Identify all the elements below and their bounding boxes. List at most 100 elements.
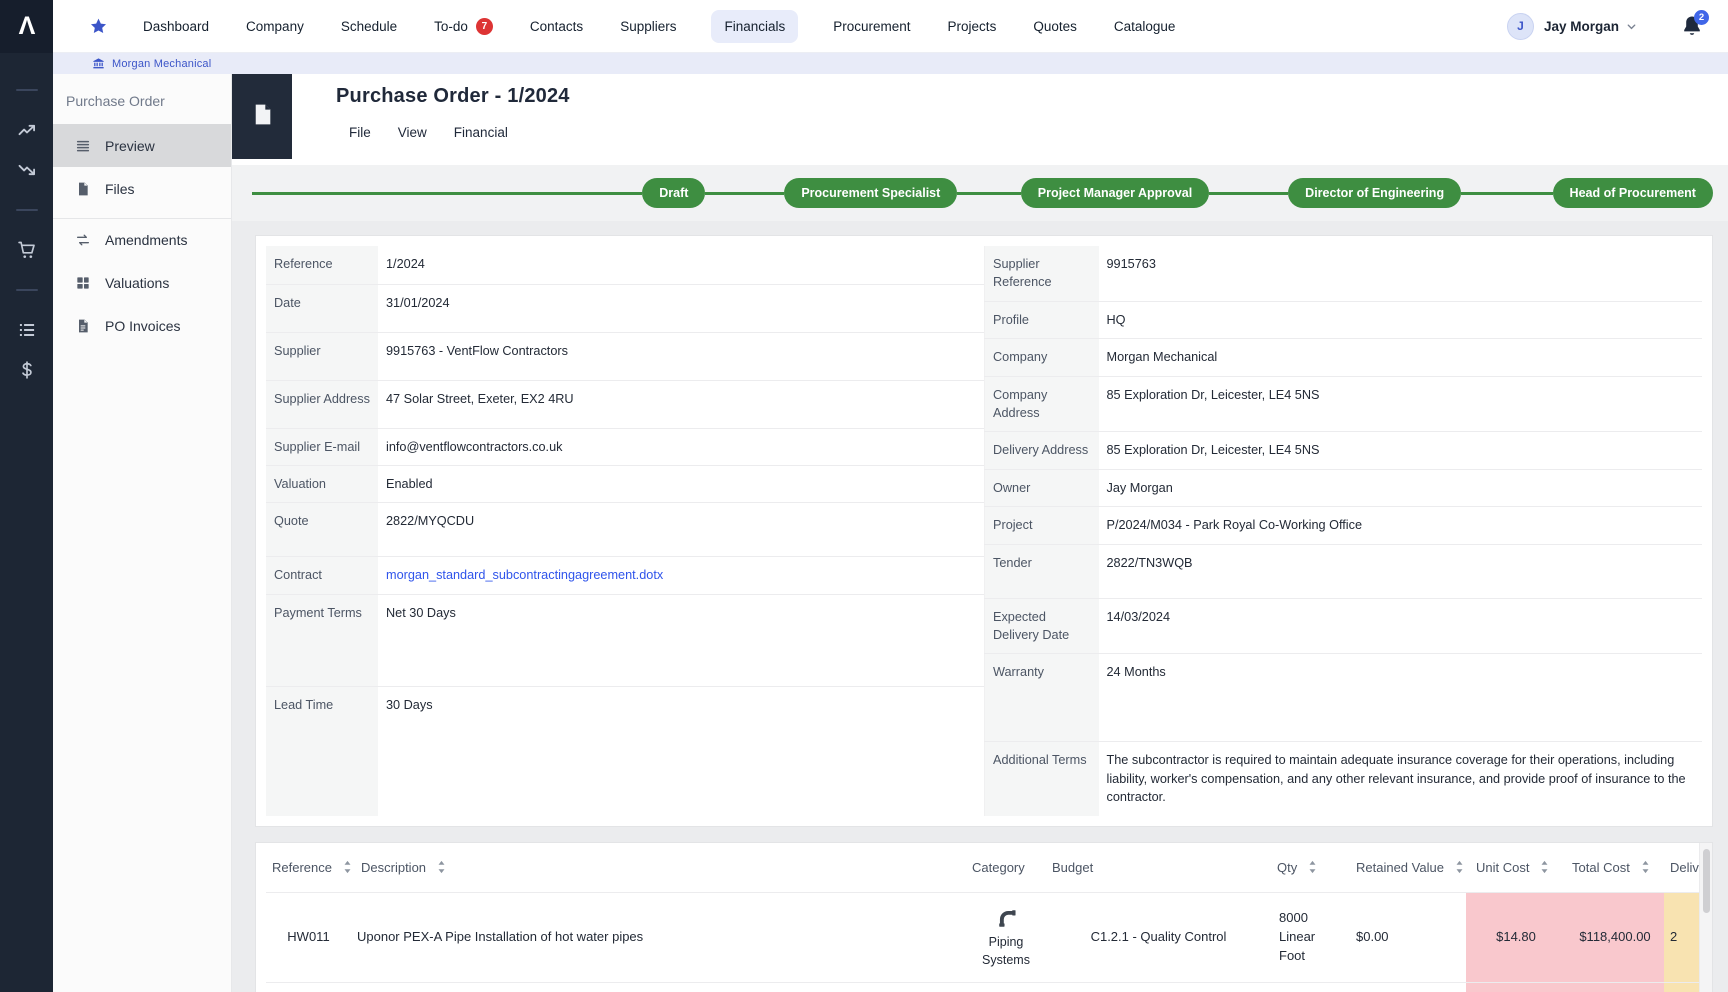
nav-item-label: Quotes xyxy=(1033,19,1077,34)
nav-item-label: Company xyxy=(246,19,304,34)
workflow-step-pill[interactable]: Project Manager Approval xyxy=(1021,178,1209,208)
item-reference: CW012 xyxy=(266,983,351,992)
nav-item[interactable]: Suppliers xyxy=(618,10,678,43)
nav-item-label: To-do xyxy=(434,19,468,34)
menu-item[interactable]: Financial xyxy=(454,125,508,140)
item-category: Piping Systems xyxy=(966,983,1046,992)
column-header-label: Qty xyxy=(1277,860,1297,875)
menu-item[interactable]: View xyxy=(398,125,427,140)
divider-line xyxy=(16,279,38,301)
favorites-star-icon[interactable] xyxy=(89,17,108,36)
sidebar-item-files[interactable]: Files xyxy=(53,167,231,210)
item-retained-value: $0.00 xyxy=(1346,893,1466,983)
app-logo[interactable]: Λ xyxy=(0,0,53,53)
nav-item[interactable]: Procurement xyxy=(831,10,912,43)
sidebar-item-amendments[interactable]: Amendments xyxy=(53,218,231,261)
purchase-order-details: Reference 1/2024 Date 31/01/2024 xyxy=(255,235,1713,827)
todo-count-badge: 7 xyxy=(476,18,493,35)
content-scroll-area[interactable]: Reference 1/2024 Date 31/01/2024 xyxy=(232,221,1728,992)
nav-item-label: Catalogue xyxy=(1114,19,1176,34)
workflow-step: Head of Procurement xyxy=(1461,178,1713,208)
column-header[interactable]: Unit Cost xyxy=(1466,843,1566,893)
chevron-down-icon[interactable] xyxy=(1625,20,1638,33)
table-row[interactable]: HW011 Uponor PEX-A Pipe Installation of … xyxy=(266,893,1704,983)
breadcrumb[interactable]: Morgan Mechanical xyxy=(53,53,1728,74)
workflow-step-pill[interactable]: Draft xyxy=(642,178,705,208)
detail-value: P/2024/M034 - Park Royal Co-Working Offi… xyxy=(1099,507,1703,544)
menu-item[interactable]: File xyxy=(349,125,371,140)
column-header[interactable]: Description xyxy=(351,843,966,893)
workflow-step-pill[interactable]: Head of Procurement xyxy=(1553,178,1713,208)
sidebar-item-po-invoices[interactable]: PO Invoices xyxy=(53,304,231,347)
column-header[interactable]: Reference xyxy=(266,843,351,893)
workflow-step: Director of Engineering xyxy=(1209,178,1461,208)
nav-item[interactable]: Company xyxy=(244,10,306,43)
scrollbar-thumb[interactable] xyxy=(1703,849,1710,913)
nav-item[interactable]: Projects xyxy=(946,10,999,43)
detail-row: Reference 1/2024 xyxy=(266,246,984,284)
sort-icon[interactable] xyxy=(1308,860,1317,874)
column-header[interactable]: Retained Value xyxy=(1346,843,1466,893)
notifications-button[interactable]: 2 xyxy=(1680,14,1704,38)
detail-label: Company xyxy=(985,339,1099,376)
list-icon[interactable] xyxy=(16,319,38,341)
sidebar-item-preview[interactable]: Preview xyxy=(53,124,231,167)
detail-value: 9915763 - VentFlow Contractors xyxy=(378,332,984,380)
column-header-label: Budget xyxy=(1052,860,1093,875)
details-table-left: Reference 1/2024 Date 31/01/2024 xyxy=(266,246,984,816)
workflow-step: Procurement Specialist xyxy=(705,178,957,208)
line-items-card: Reference Description xyxy=(255,842,1713,992)
sort-icon[interactable] xyxy=(1455,860,1464,874)
user-name[interactable]: Jay Morgan xyxy=(1544,19,1619,34)
detail-row: Project P/2024/M034 - Park Royal Co-Work… xyxy=(985,507,1703,544)
nav-item[interactable]: Schedule xyxy=(339,10,399,43)
cart-icon[interactable] xyxy=(16,239,38,261)
sort-icon[interactable] xyxy=(1641,860,1650,874)
detail-value: 1/2024 xyxy=(378,246,984,284)
table-scrollbar[interactable] xyxy=(1699,843,1712,992)
document-tile xyxy=(232,74,292,159)
sidebar-item-valuations[interactable]: Valuations xyxy=(53,261,231,304)
detail-label: Tender xyxy=(985,544,1099,598)
nav-item[interactable]: To-do 7 xyxy=(432,9,495,44)
workflow-step: Project Manager Approval xyxy=(957,178,1209,208)
notification-count-badge: 2 xyxy=(1694,10,1709,25)
column-header[interactable]: Total Cost xyxy=(1566,843,1664,893)
column-header-label: Description xyxy=(361,860,426,875)
detail-value: 14/03/2024 xyxy=(1099,598,1703,654)
item-retained-value: $0.00 xyxy=(1346,983,1466,992)
sort-icon[interactable] xyxy=(1540,860,1549,874)
workflow-step: Draft xyxy=(252,178,705,208)
table-row[interactable]: CW012 Aquatherm Green Pipe Installation … xyxy=(266,983,1704,992)
nav-item[interactable]: Financials xyxy=(711,10,798,43)
column-header[interactable]: Category xyxy=(966,843,1046,893)
sidebar: Purchase Order Preview Files xyxy=(53,74,232,992)
item-total-cost: $118,400.00 xyxy=(1566,893,1664,983)
sidebar-item-label: PO Invoices xyxy=(105,318,180,334)
sidebar-item-label: Valuations xyxy=(105,275,169,291)
workflow-step-pill[interactable]: Director of Engineering xyxy=(1288,178,1461,208)
column-header[interactable]: Deliv xyxy=(1664,843,1704,893)
column-header[interactable]: Qty xyxy=(1271,843,1346,893)
column-header[interactable]: Budget xyxy=(1046,843,1271,893)
nav-item[interactable]: Quotes xyxy=(1031,10,1079,43)
detail-label: Company Address xyxy=(985,376,1099,432)
nav-item-label: Financials xyxy=(724,19,785,34)
nav-item[interactable]: Contacts xyxy=(528,10,585,43)
sort-icon[interactable] xyxy=(437,860,446,874)
sort-icon[interactable] xyxy=(343,860,351,874)
nav-item[interactable]: Catalogue xyxy=(1112,10,1178,43)
trend-up-icon[interactable] xyxy=(16,119,38,141)
nav-item[interactable]: Dashboard xyxy=(141,10,211,43)
details-table-right: Supplier Reference 9915763 Profile HQ xyxy=(984,246,1702,816)
detail-label: Payment Terms xyxy=(266,594,378,686)
workflow-step-pill[interactable]: Procurement Specialist xyxy=(784,178,957,208)
trend-down-icon[interactable] xyxy=(16,159,38,181)
user-avatar[interactable]: J xyxy=(1507,13,1534,40)
detail-label: Quote xyxy=(266,503,378,557)
item-reference: HW011 xyxy=(266,893,351,983)
detail-label: Delivery Address xyxy=(985,432,1099,469)
sidebar-item-label: Amendments xyxy=(105,232,187,248)
dollar-icon[interactable] xyxy=(16,359,38,381)
detail-row: Valuation Enabled xyxy=(266,465,984,502)
